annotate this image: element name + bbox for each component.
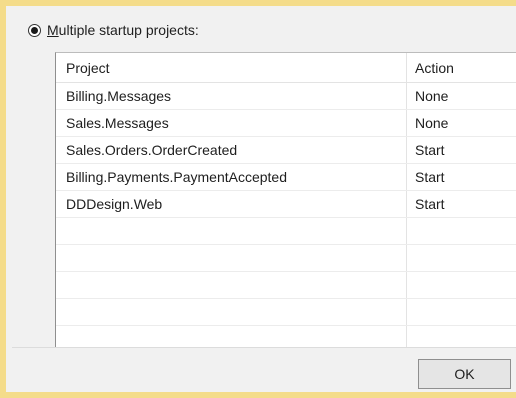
table-row[interactable]: Billing.Payments.PaymentAccepted Start <box>56 164 516 191</box>
startup-projects-grid[interactable]: Project Action Billing.Messages None Sal… <box>55 52 516 347</box>
empty-table-row <box>56 272 516 299</box>
table-row[interactable]: Sales.Orders.OrderCreated Start <box>56 137 516 164</box>
action-cell[interactable]: Start <box>407 137 516 163</box>
empty-table-row <box>56 218 516 245</box>
multiple-startup-label-text: ultiple startup projects: <box>58 22 199 38</box>
empty-table-row <box>56 245 516 272</box>
table-row[interactable]: Billing.Messages None <box>56 83 516 110</box>
project-cell: Sales.Messages <box>56 110 407 136</box>
action-cell <box>407 326 516 347</box>
empty-table-row <box>56 326 516 347</box>
action-cell <box>407 299 516 325</box>
action-cell[interactable]: None <box>407 83 516 109</box>
multiple-startup-label: Multiple startup projects: <box>47 22 199 38</box>
project-cell <box>56 245 407 271</box>
access-key-letter: M <box>47 22 59 38</box>
project-cell: Billing.Payments.PaymentAccepted <box>56 164 407 190</box>
multiple-startup-radio-button[interactable] <box>28 23 41 37</box>
action-cell <box>407 245 516 271</box>
project-cell <box>56 326 407 347</box>
project-cell <box>56 272 407 298</box>
ok-button[interactable]: OK <box>418 359 511 389</box>
grid-header-row: Project Action <box>56 53 516 83</box>
project-cell: DDDesign.Web <box>56 191 407 217</box>
project-cell: Billing.Messages <box>56 83 407 109</box>
multiple-startup-projects-option[interactable]: Multiple startup projects: <box>28 22 199 38</box>
table-row[interactable]: Sales.Messages None <box>56 110 516 137</box>
action-cell <box>407 272 516 298</box>
project-cell <box>56 218 407 244</box>
column-header-action[interactable]: Action <box>407 53 516 82</box>
action-cell[interactable]: Start <box>407 164 516 190</box>
action-cell[interactable]: None <box>407 110 516 136</box>
footer-divider <box>12 347 516 348</box>
column-header-project[interactable]: Project <box>56 53 407 82</box>
project-cell: Sales.Orders.OrderCreated <box>56 137 407 163</box>
radio-selected-dot <box>31 26 38 34</box>
action-cell <box>407 218 516 244</box>
startup-projects-dialog: Multiple startup projects: Project Actio… <box>0 0 516 398</box>
empty-table-row <box>56 299 516 326</box>
table-row[interactable]: DDDesign.Web Start <box>56 191 516 218</box>
action-cell[interactable]: Start <box>407 191 516 217</box>
project-cell <box>56 299 407 325</box>
